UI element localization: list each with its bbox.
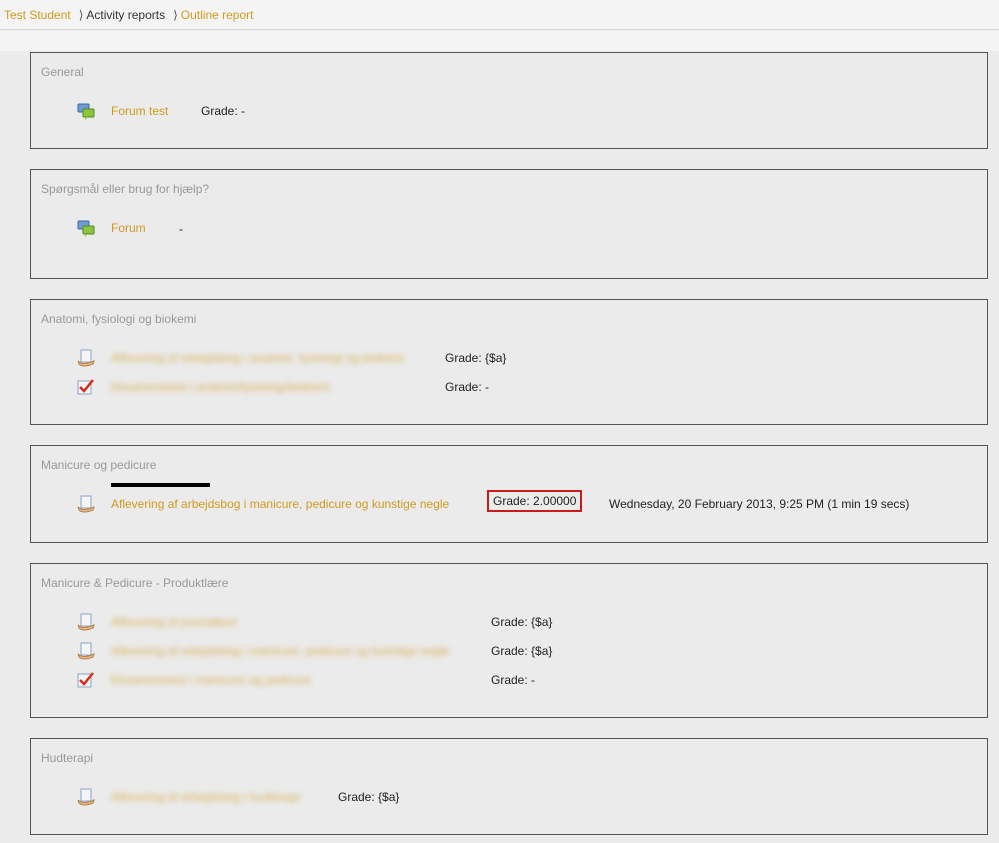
- assignment-icon: [77, 613, 95, 631]
- header-strip: [0, 31, 999, 51]
- section-help: Spørgsmål eller brug for hjælp? Forum -: [30, 169, 988, 279]
- grade-text: Grade: {$a}: [491, 644, 553, 658]
- breadcrumb: Test Student ⟩ Activity reports ⟩ Outlin…: [0, 0, 999, 30]
- submission-time: Wednesday, 20 February 2013, 9:25 PM (1 …: [609, 497, 910, 511]
- activity-link-blurred[interactable]: Aflevering af arbejdsbog i anatomi, fysi…: [111, 351, 404, 365]
- list-item: [77, 641, 95, 661]
- assignment-icon: [77, 495, 95, 513]
- assignment-icon: [77, 788, 95, 806]
- activity-link-forum[interactable]: Forum: [111, 221, 146, 235]
- grade-text: Grade: {$a}: [445, 351, 507, 365]
- activity-link-blurred[interactable]: Aflevering af journalkort: [111, 615, 237, 629]
- forum-icon: [77, 102, 95, 120]
- list-item: [77, 348, 95, 368]
- grade-text: Grade: -: [445, 380, 490, 394]
- breadcrumb-separator: ⟩: [78, 7, 84, 22]
- grade-text: Grade: -: [201, 104, 246, 118]
- section-title: Manicure & Pedicure - Produktlære: [41, 576, 229, 590]
- list-item: [77, 101, 95, 121]
- list-item: [77, 218, 95, 238]
- section-title: Manicure og pedicure: [41, 458, 157, 472]
- breadcrumb-separator: ⟩: [173, 7, 178, 22]
- section-produktlaere: Manicure & Pedicure - Produktlære Afleve…: [30, 563, 988, 718]
- section-hudterapi: Hudterapi Aflevering af arbejdsbog i hud…: [30, 738, 988, 835]
- breadcrumb-outline-report-link[interactable]: Outline report: [181, 8, 254, 22]
- section-title: Hudterapi: [41, 751, 94, 765]
- section-title: Spørgsmål eller brug for hjælp?: [41, 182, 210, 196]
- breadcrumb-user-link[interactable]: Test Student: [4, 8, 71, 22]
- list-item: [77, 787, 95, 807]
- activity-link-forum-test[interactable]: Forum test: [111, 104, 168, 118]
- grade-text: Grade: {$a}: [491, 615, 553, 629]
- forum-icon: [77, 219, 95, 237]
- section-anatomi: Anatomi, fysiologi og biokemi Aflevering…: [30, 299, 988, 425]
- grade-text: Grade: -: [491, 673, 536, 687]
- grade-text: -: [179, 222, 183, 236]
- assignment-icon: [77, 349, 95, 367]
- grade-highlighted: Grade: 2.00000: [487, 490, 583, 512]
- section-title: General: [41, 65, 84, 79]
- section-manicure: Manicure og pedicure Aflevering af arbej…: [30, 445, 988, 543]
- activity-link-blurred[interactable]: Aflevering af arbejdsbog i hudterapi: [111, 790, 300, 804]
- list-item: [77, 377, 95, 397]
- breadcrumb-activity-reports: Activity reports: [86, 7, 166, 22]
- list-item: [77, 612, 95, 632]
- quiz-icon: [77, 671, 95, 689]
- assignment-icon: [77, 642, 95, 660]
- grade-text: Grade: {$a}: [338, 790, 400, 804]
- redaction-bar: [111, 483, 210, 487]
- quiz-icon: [77, 378, 95, 396]
- activity-link-blurred[interactable]: Aflevering af arbejdsbog i manicure, ped…: [111, 644, 449, 658]
- list-item: [77, 670, 95, 690]
- activity-link-blurred[interactable]: Eksamenstest i manicure og pedicure: [111, 673, 311, 687]
- section-general: General Forum test Grade: -: [30, 52, 988, 149]
- section-title: Anatomi, fysiologi og biokemi: [41, 312, 197, 326]
- activity-link-blurred[interactable]: Eksamenstest i anatomi/fysiologi/biokemi: [111, 380, 330, 394]
- list-item: [77, 494, 95, 514]
- activity-link-arbejdsbog[interactable]: Aflevering af arbejdsbog i manicure, ped…: [111, 497, 449, 511]
